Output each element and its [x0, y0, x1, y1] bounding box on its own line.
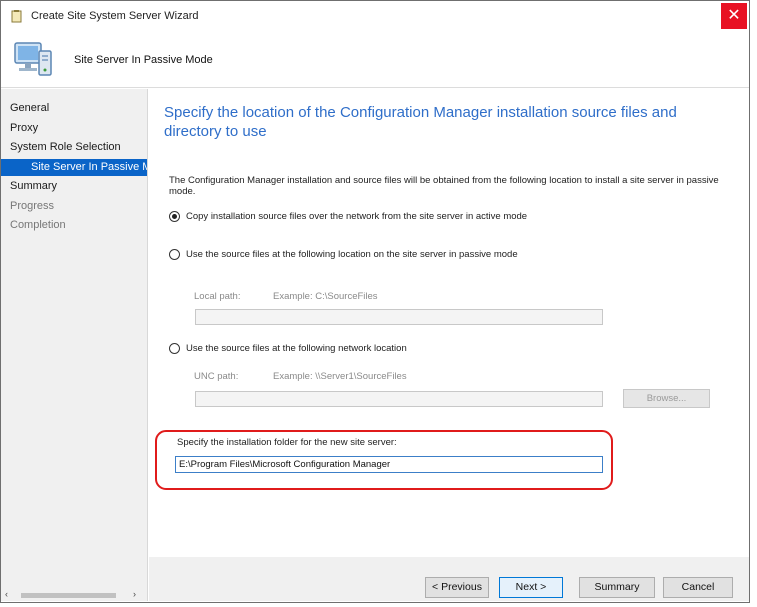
close-button[interactable]: ✕: [721, 3, 747, 29]
sidebar-item-progress: Progress: [10, 200, 55, 212]
unc-path-example: Example: \\Server1\SourceFiles: [273, 371, 407, 382]
sidebar-item-summary[interactable]: Summary: [10, 180, 57, 192]
page-name: Site Server In Passive Mode: [74, 54, 213, 66]
option-copy-over-network[interactable]: Copy installation source files over the …: [169, 210, 527, 223]
install-folder-label: Specify the installation folder for the …: [177, 437, 397, 448]
option-local-source-files-label: Use the source files at the following lo…: [186, 249, 518, 260]
radio-button[interactable]: [169, 248, 180, 260]
sidebar-item-site-server-passive-mode[interactable]: Site Server In Passive Mo: [1, 159, 147, 176]
sidebar-item-completion: Completion: [10, 219, 66, 231]
server-computer-icon: [14, 42, 52, 76]
sidebar-horizontal-scrollbar[interactable]: ‹ ›: [1, 589, 147, 601]
window-title: Create Site System Server Wizard: [31, 10, 199, 22]
browse-button[interactable]: Browse...: [623, 389, 710, 408]
local-path-label: Local path:: [194, 291, 241, 302]
wizard-header: Site Server In Passive Mode: [1, 31, 749, 88]
install-folder-input[interactable]: [175, 456, 603, 473]
wizard-sidebar: General Proxy System Role Selection Site…: [1, 89, 148, 601]
sidebar-item-proxy[interactable]: Proxy: [10, 122, 38, 134]
sidebar-item-system-role-selection[interactable]: System Role Selection: [10, 141, 121, 153]
description-text: The Configuration Manager installation a…: [169, 175, 719, 197]
unc-path-label: UNC path:: [194, 371, 239, 382]
option-copy-over-network-label: Copy installation source files over the …: [186, 211, 528, 222]
close-icon: ✕: [727, 7, 741, 24]
radio-button[interactable]: [169, 342, 180, 354]
option-unc-source-files-label: Use the source files at the following ne…: [186, 343, 407, 354]
cancel-button[interactable]: Cancel: [663, 577, 733, 598]
radio-button-selected[interactable]: [169, 210, 180, 222]
next-button[interactable]: Next >: [499, 577, 563, 598]
sidebar-item-general[interactable]: General: [10, 102, 49, 114]
wizard-app-icon: [11, 10, 22, 23]
wizard-content: Specify the location of the Configuratio…: [149, 89, 749, 557]
summary-button[interactable]: Summary: [579, 577, 655, 598]
local-path-example: Example: C:\SourceFiles: [273, 291, 378, 302]
title-bar: Create Site System Server Wizard ✕: [1, 1, 749, 31]
page-title: Specify the location of the Configuratio…: [164, 104, 677, 140]
previous-button[interactable]: < Previous: [425, 577, 489, 598]
scroll-left-icon[interactable]: ‹: [5, 589, 8, 599]
unc-path-input[interactable]: [195, 391, 603, 407]
option-unc-source-files[interactable]: Use the source files at the following ne…: [169, 342, 407, 355]
scrollbar-thumb[interactable]: [21, 593, 116, 598]
local-path-input[interactable]: [195, 309, 603, 325]
wizard-footer: < Previous Next > Summary Cancel: [149, 557, 749, 601]
scroll-right-icon[interactable]: ›: [133, 589, 136, 599]
option-local-source-files[interactable]: Use the source files at the following lo…: [169, 248, 518, 261]
wizard-window: Create Site System Server Wizard ✕ Site …: [0, 0, 750, 603]
